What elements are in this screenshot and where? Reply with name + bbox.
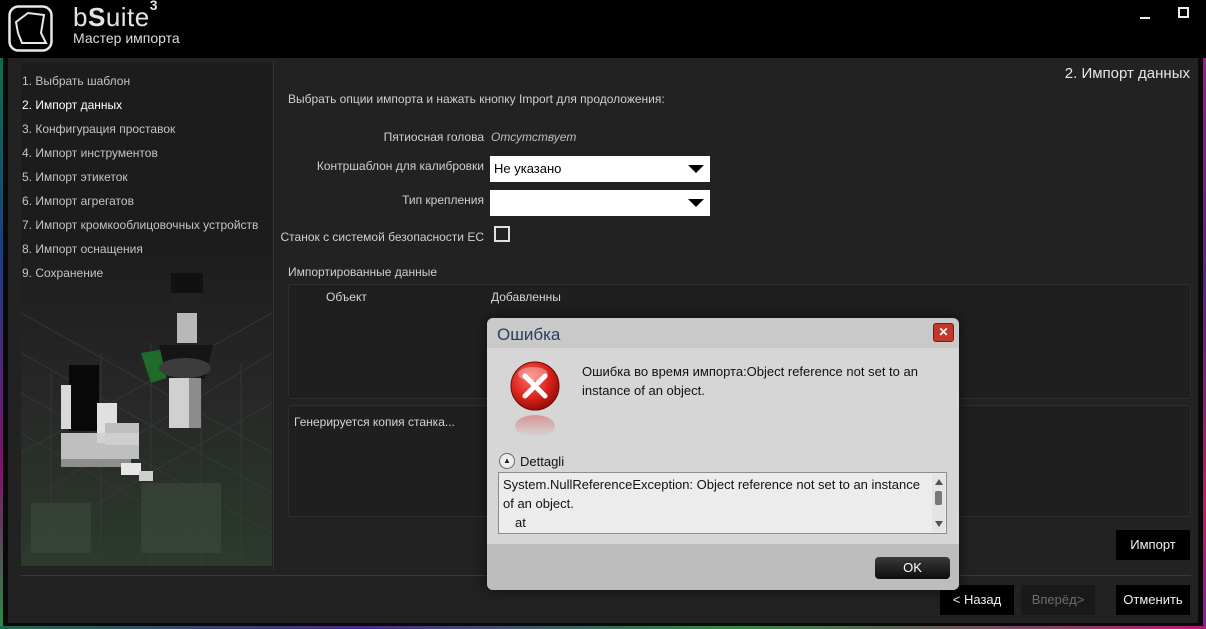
ok-button[interactable]: OK bbox=[875, 557, 950, 579]
chevron-down-icon bbox=[688, 165, 704, 173]
error-dialog: Ошибка ✕ Ошибка во время импорта:Object … bbox=[487, 318, 959, 590]
details-textarea[interactable]: System.NullReferenceException: Object re… bbox=[498, 472, 947, 534]
step-item-save: 9. Сохранение bbox=[22, 266, 104, 280]
machine-illustration bbox=[21, 253, 272, 566]
dialog-title: Ошибка bbox=[497, 325, 561, 344]
step-item-import-data: 2. Импорт данных bbox=[22, 98, 123, 112]
details-label: Dettagli bbox=[520, 453, 565, 469]
five-axis-label: Пятиосная голова bbox=[383, 130, 484, 144]
title-bar: bSuite3 Мастер импорта bbox=[0, 0, 1206, 58]
step-item-import-equipment: 8. Импорт оснащения bbox=[22, 242, 143, 256]
brand-bold-letter: S bbox=[87, 2, 106, 32]
cancel-button[interactable]: Отменить bbox=[1116, 585, 1190, 615]
step-item-select-template: 1. Выбрать шаблон bbox=[22, 74, 131, 88]
mount-type-select[interactable] bbox=[490, 190, 710, 216]
scroll-up-icon[interactable] bbox=[935, 479, 943, 485]
step-item-import-labels: 5. Импорт этикеток bbox=[22, 170, 128, 184]
brand-prefix: b bbox=[73, 2, 88, 32]
log-text: Генерируется копия станка... bbox=[294, 415, 455, 429]
step-item-import-edge-banders: 7. Импорт кромкооблицовочных устройств bbox=[22, 218, 259, 232]
window-edge-left bbox=[0, 0, 3, 629]
maximize-icon[interactable] bbox=[1177, 6, 1191, 20]
calibration-select-value: Не указано bbox=[494, 161, 562, 176]
scroll-thumb[interactable] bbox=[935, 491, 942, 505]
brand-version: 3 bbox=[149, 0, 159, 14]
step-item-spacer-config: 3. Конфигурация проставок bbox=[22, 122, 176, 136]
scroll-down-icon[interactable] bbox=[935, 521, 943, 527]
calibration-label: Контршаблон для калибровки bbox=[316, 159, 484, 173]
safety-checkbox[interactable] bbox=[494, 226, 510, 242]
panel-divider bbox=[273, 61, 274, 571]
details-toggle[interactable]: ▲ Dettagli bbox=[499, 453, 564, 469]
chevron-down-icon bbox=[688, 199, 704, 207]
error-icon bbox=[510, 361, 560, 437]
error-message: Ошибка во время импорта:Object reference… bbox=[582, 364, 918, 398]
dialog-footer: OK bbox=[487, 544, 959, 590]
close-icon[interactable]: ✕ bbox=[933, 323, 954, 342]
steps-panel: 1. Выбрать шаблон 2. Импорт данных 3. Ко… bbox=[21, 63, 272, 566]
window-subtitle: Мастер импорта bbox=[73, 30, 180, 46]
five-axis-value: Отсутствует bbox=[491, 130, 577, 144]
dialog-body: Ошибка во время импорта:Object reference… bbox=[487, 348, 959, 544]
details-line-at: at bbox=[515, 515, 526, 530]
import-button[interactable]: Импорт bbox=[1116, 530, 1190, 560]
brand-suffix: uite bbox=[105, 2, 150, 32]
imported-data-label: Импортированные данные bbox=[288, 265, 438, 279]
column-header-added: Добавленны bbox=[491, 290, 561, 304]
brand-title: bSuite3 bbox=[73, 0, 159, 33]
minimize-icon[interactable] bbox=[1138, 6, 1152, 20]
next-button[interactable]: Вперёд> bbox=[1021, 585, 1095, 615]
page-title: 2. Импорт данных bbox=[1064, 65, 1190, 82]
details-text: System.NullReferenceException: Object re… bbox=[503, 475, 923, 532]
column-header-object: Объект bbox=[326, 290, 367, 304]
details-line-exception: System.NullReferenceException: Object re… bbox=[503, 477, 920, 511]
details-scrollbar[interactable] bbox=[932, 474, 945, 532]
chevron-up-icon: ▲ bbox=[499, 453, 515, 469]
instruction-text: Выбрать опции импорта и нажать кнопку Im… bbox=[288, 92, 665, 106]
safety-label: Станок с системой безопасности ЕС bbox=[280, 230, 484, 244]
wizard-steps: 1. Выбрать шаблон 2. Импорт данных 3. Ко… bbox=[22, 69, 258, 285]
calibration-select[interactable]: Не указано bbox=[490, 156, 710, 182]
bsuite-logo-icon bbox=[8, 5, 53, 52]
step-item-import-aggregates: 6. Импорт агрегатов bbox=[22, 194, 134, 208]
mount-type-label: Тип крепления bbox=[402, 193, 484, 207]
step-item-import-tools: 4. Импорт инструментов bbox=[22, 146, 158, 160]
